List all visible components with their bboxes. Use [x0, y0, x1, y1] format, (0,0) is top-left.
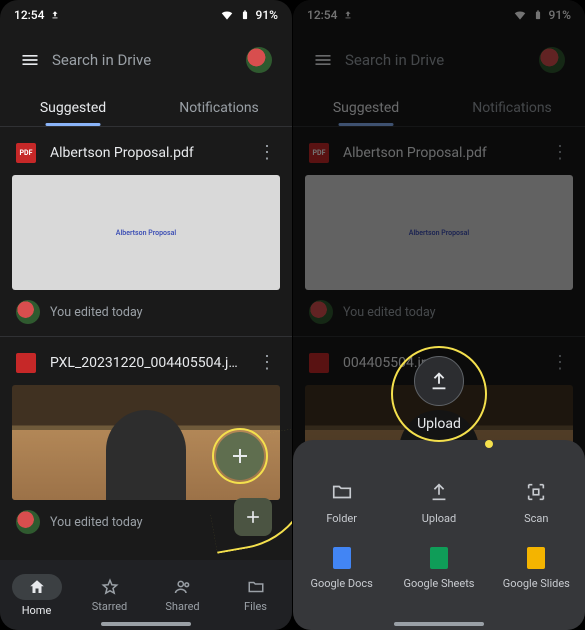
- more-icon[interactable]: ⋮: [551, 144, 569, 162]
- upload-icon: [428, 370, 450, 392]
- status-time: 12:54: [307, 8, 337, 22]
- thumbnail-caption: Albertson Proposal: [116, 229, 176, 237]
- nav-home[interactable]: Home: [0, 560, 73, 630]
- file-card-pdf[interactable]: PDF Albertson Proposal.pdf ⋮ Albertson P…: [0, 127, 292, 336]
- menu-icon[interactable]: [313, 50, 333, 70]
- battery-icon: [240, 8, 250, 22]
- nav-files[interactable]: Files: [219, 560, 292, 630]
- editor-avatar: [16, 510, 40, 534]
- sheet-item-sheets[interactable]: Google Sheets: [390, 547, 487, 590]
- bottom-nav: Home Starred Shared Files: [0, 560, 292, 630]
- nav-shared[interactable]: Shared: [146, 560, 219, 630]
- nav-label: Files: [244, 600, 267, 613]
- thumbnail-caption: Albertson Proposal: [409, 229, 469, 237]
- folder-icon: [247, 578, 265, 596]
- image-icon: [309, 353, 329, 373]
- upload-indicator-icon: [50, 10, 60, 20]
- upload-highlight-bubble: Upload: [414, 356, 464, 432]
- tabs: Suggested Notifications: [293, 90, 585, 126]
- battery-icon: [533, 8, 543, 22]
- file-meta: You edited today: [50, 515, 143, 530]
- search-bar[interactable]: Search in Drive: [10, 38, 282, 82]
- star-icon: [101, 578, 119, 596]
- file-name: Albertson Proposal.pdf: [50, 145, 244, 161]
- home-indicator: [394, 622, 484, 626]
- plus-icon: [243, 507, 263, 527]
- sheet-label: Upload: [422, 512, 456, 525]
- fab-new-button[interactable]: [216, 432, 264, 480]
- sheet-label: Folder: [326, 512, 357, 525]
- more-icon[interactable]: ⋮: [258, 354, 276, 372]
- tabs: Suggested Notifications: [0, 90, 292, 126]
- sheet-label: Google Slides: [503, 577, 570, 590]
- wifi-icon: [513, 8, 527, 22]
- phone-right: 12:54 91% Search in Drive Suggested Noti…: [293, 0, 585, 630]
- file-thumbnail[interactable]: Albertson Proposal: [305, 175, 573, 290]
- file-thumbnail[interactable]: Albertson Proposal: [12, 175, 280, 290]
- tab-notifications[interactable]: Notifications: [439, 90, 585, 126]
- sheet-label: Google Docs: [310, 577, 372, 590]
- status-bar: 12:54 91%: [293, 0, 585, 30]
- search-placeholder: Search in Drive: [345, 51, 527, 69]
- status-time: 12:54: [14, 8, 44, 22]
- file-name: Albertson Proposal.pdf: [343, 145, 537, 161]
- upload-label: Upload: [417, 416, 461, 432]
- sheet-label: Google Sheets: [404, 577, 475, 590]
- nav-starred[interactable]: Starred: [73, 560, 146, 630]
- nav-label: Starred: [92, 600, 128, 613]
- more-icon[interactable]: ⋮: [551, 354, 569, 372]
- home-icon: [28, 578, 46, 596]
- upload-icon: [427, 480, 451, 504]
- file-card-pdf[interactable]: PDF Albertson Proposal.pdf ⋮ Albertson P…: [293, 127, 585, 336]
- wifi-icon: [220, 8, 234, 22]
- scan-icon: [524, 480, 548, 504]
- editor-avatar: [16, 300, 40, 324]
- search-bar[interactable]: Search in Drive: [303, 38, 575, 82]
- tab-suggested[interactable]: Suggested: [0, 90, 146, 126]
- nav-label: Home: [22, 604, 52, 617]
- status-bar: 12:54 91%: [0, 0, 292, 30]
- more-icon[interactable]: ⋮: [258, 144, 276, 162]
- search-placeholder: Search in Drive: [52, 51, 234, 69]
- sheet-item-scan[interactable]: Scan: [488, 480, 585, 525]
- file-name: PXL_20231220_004405504.jpg: [50, 355, 244, 371]
- avatar[interactable]: [539, 47, 565, 73]
- slides-icon: [527, 547, 545, 569]
- avatar[interactable]: [246, 47, 272, 73]
- nav-label: Shared: [165, 600, 199, 613]
- pdf-icon: PDF: [16, 143, 36, 163]
- new-bottom-sheet: Folder Upload Scan Google Docs Google Sh…: [293, 440, 585, 630]
- battery-percent: 91%: [549, 8, 571, 22]
- phone-left: 12:54 91% Search in Drive Suggested Noti…: [0, 0, 292, 630]
- docs-icon: [333, 547, 351, 569]
- sheet-item-docs[interactable]: Google Docs: [293, 547, 390, 590]
- fab-secondary-button[interactable]: [234, 498, 272, 536]
- home-indicator: [101, 622, 191, 626]
- upload-button[interactable]: [414, 356, 464, 406]
- annotation-dot: [485, 440, 493, 448]
- tab-notifications[interactable]: Notifications: [146, 90, 292, 126]
- sheet-item-slides[interactable]: Google Slides: [488, 547, 585, 590]
- battery-percent: 91%: [256, 8, 278, 22]
- pdf-icon: PDF: [309, 143, 329, 163]
- image-icon: [16, 353, 36, 373]
- tab-suggested[interactable]: Suggested: [293, 90, 439, 126]
- editor-avatar: [309, 300, 333, 324]
- sheet-item-folder[interactable]: Folder: [293, 480, 390, 525]
- menu-icon[interactable]: [20, 50, 40, 70]
- people-icon: [174, 578, 192, 596]
- sheets-icon: [430, 547, 448, 569]
- file-meta: You edited today: [343, 305, 436, 320]
- sheet-label: Scan: [524, 512, 548, 525]
- upload-indicator-icon: [343, 10, 353, 20]
- plus-icon: [228, 444, 252, 468]
- file-meta: You edited today: [50, 305, 143, 320]
- folder-icon: [330, 480, 354, 504]
- sheet-item-upload[interactable]: Upload: [390, 480, 487, 525]
